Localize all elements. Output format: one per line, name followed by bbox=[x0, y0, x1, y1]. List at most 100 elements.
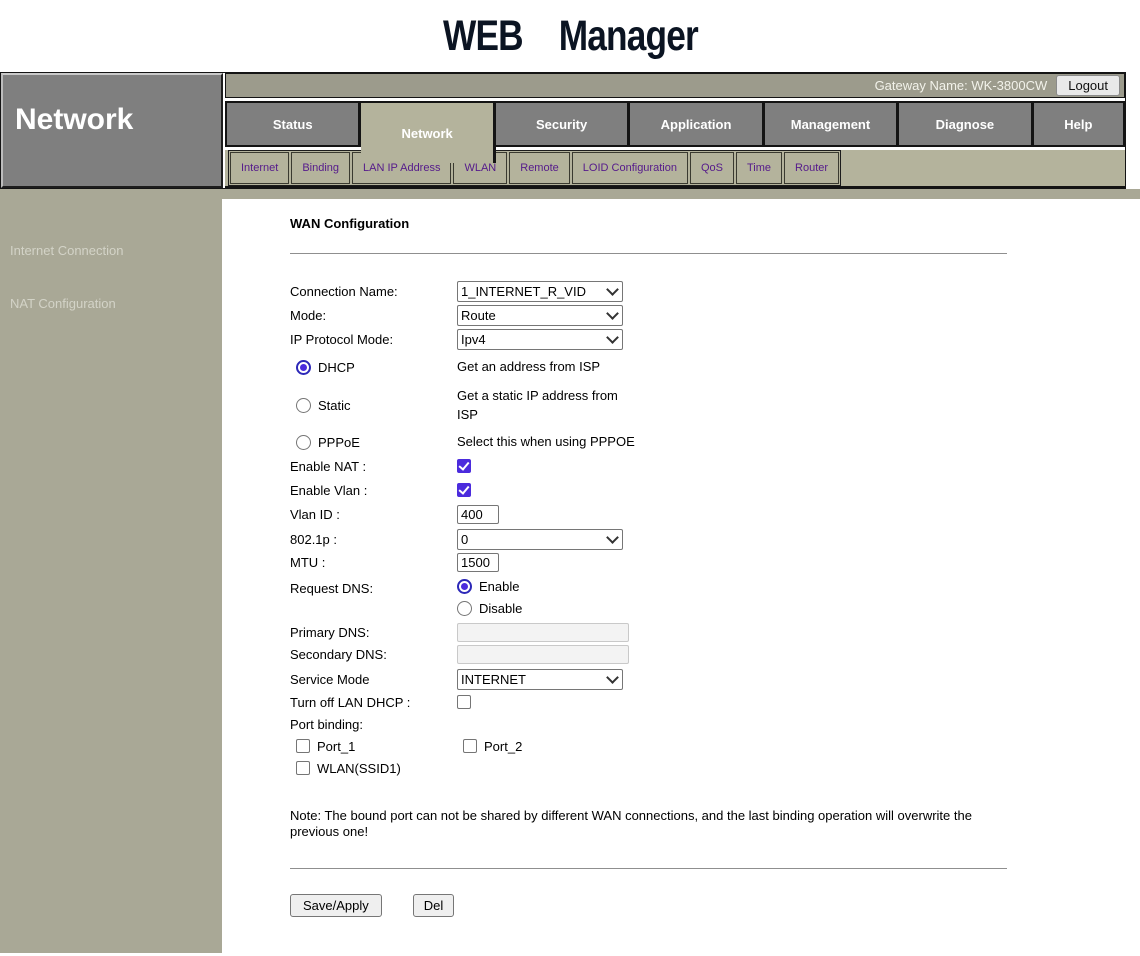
main-panel: WAN Configuration Connection Name: 1_INT… bbox=[222, 199, 1140, 953]
header-bottom-strip bbox=[0, 189, 1140, 199]
subnav-group: Internet Binding LAN IP Address WLAN Rem… bbox=[228, 150, 841, 186]
header-right: Gateway Name: WK-3800CW Logout Status Ne… bbox=[225, 73, 1125, 188]
sidebar-item-internet-connection[interactable]: Internet Connection bbox=[0, 243, 222, 258]
connection-name-select[interactable]: 1_INTERNET_R_VID bbox=[457, 281, 623, 302]
ip-protocol-mode-value: Ipv4 bbox=[461, 332, 486, 347]
request-dns-enable-option: Enable bbox=[457, 579, 522, 594]
static-radio-label: Static bbox=[318, 398, 351, 413]
connection-name-row: Connection Name: 1_INTERNET_R_VID bbox=[290, 281, 1140, 302]
mode-value: Route bbox=[461, 308, 496, 323]
static-row: Static Get a static IP address from ISP bbox=[290, 387, 1140, 425]
enable-nat-label: Enable NAT : bbox=[290, 459, 457, 474]
check-icon bbox=[458, 483, 469, 495]
tab-network[interactable]: Network bbox=[361, 103, 495, 163]
title-bar: WEB Manager bbox=[0, 0, 1140, 72]
vlan-id-row: Vlan ID : bbox=[290, 505, 1140, 524]
primary-dns-row: Primary DNS: bbox=[290, 623, 1140, 642]
mode-row: Mode: Route bbox=[290, 305, 1140, 326]
tab-diagnose[interactable]: Diagnose bbox=[899, 103, 1033, 147]
mode-select[interactable]: Route bbox=[457, 305, 623, 326]
subtab-remote[interactable]: Remote bbox=[509, 152, 570, 184]
section-title: Network bbox=[1, 73, 223, 188]
wan-form: Connection Name: 1_INTERNET_R_VID Mode: … bbox=[290, 281, 1140, 917]
turn-off-lan-dhcp-label: Turn off LAN DHCP : bbox=[290, 695, 457, 710]
request-dns-options: Enable Disable bbox=[457, 579, 522, 623]
del-button[interactable]: Del bbox=[413, 894, 455, 917]
gateway-name-label: Gateway Name: WK-3800CW bbox=[875, 78, 1048, 93]
note-text: Note: The bound port can not be shared b… bbox=[290, 808, 996, 841]
buttons-row: Save/Apply Del bbox=[290, 894, 1140, 917]
port-2-label: Port_2 bbox=[484, 739, 522, 754]
request-dns-disable-radio[interactable] bbox=[457, 601, 472, 616]
enable-nat-checkbox[interactable] bbox=[457, 459, 471, 473]
port-1-checkbox[interactable] bbox=[296, 739, 310, 753]
8021p-select[interactable]: 0 bbox=[457, 529, 623, 550]
turn-off-lan-dhcp-row: Turn off LAN DHCP : bbox=[290, 693, 1140, 712]
tab-application[interactable]: Application bbox=[630, 103, 764, 147]
request-dns-label: Request DNS: bbox=[290, 579, 457, 596]
divider-top bbox=[290, 253, 1007, 254]
wlan-ssid1-row: WLAN(SSID1) bbox=[290, 759, 1140, 778]
subtab-router[interactable]: Router bbox=[784, 152, 839, 184]
turn-off-lan-dhcp-checkbox[interactable] bbox=[457, 695, 471, 709]
page-title: WEB Manager bbox=[443, 12, 698, 61]
save-apply-button[interactable]: Save/Apply bbox=[290, 894, 382, 917]
sidebar: Internet Connection NAT Configuration bbox=[0, 199, 222, 953]
static-radio[interactable] bbox=[296, 398, 311, 413]
sidebar-item-nat-configuration[interactable]: NAT Configuration bbox=[0, 296, 222, 311]
tab-help[interactable]: Help bbox=[1034, 103, 1123, 147]
main-tabs: Status Network Security Application Mana… bbox=[225, 101, 1125, 147]
subtab-loid-configuration[interactable]: LOID Configuration bbox=[572, 152, 688, 184]
service-mode-label: Service Mode bbox=[290, 672, 457, 687]
chevron-down-icon bbox=[606, 671, 619, 684]
chevron-down-icon bbox=[606, 283, 619, 296]
logout-button[interactable]: Logout bbox=[1056, 75, 1120, 96]
vlan-id-input[interactable] bbox=[457, 505, 499, 524]
chevron-down-icon bbox=[606, 531, 619, 544]
port-2-checkbox[interactable] bbox=[463, 739, 477, 753]
subtab-binding[interactable]: Binding bbox=[291, 152, 350, 184]
subnav-row: Internet Binding LAN IP Address WLAN Rem… bbox=[225, 150, 1125, 188]
primary-dns-label: Primary DNS: bbox=[290, 625, 457, 640]
request-dns-enable-label: Enable bbox=[479, 579, 519, 594]
tab-security[interactable]: Security bbox=[496, 103, 630, 147]
service-mode-select[interactable]: INTERNET bbox=[457, 669, 623, 690]
enable-vlan-label: Enable Vlan : bbox=[290, 483, 457, 498]
subtab-time[interactable]: Time bbox=[736, 152, 782, 184]
subtab-internet[interactable]: Internet bbox=[230, 152, 289, 184]
8021p-row: 802.1p : 0 bbox=[290, 529, 1140, 550]
pppoe-radio[interactable] bbox=[296, 435, 311, 450]
dhcp-radio[interactable] bbox=[296, 360, 311, 375]
port-binding-row: Port binding: bbox=[290, 715, 1140, 734]
service-mode-row: Service Mode INTERNET bbox=[290, 669, 1140, 690]
subtab-qos[interactable]: QoS bbox=[690, 152, 734, 184]
content: Internet Connection NAT Configuration WA… bbox=[0, 199, 1140, 953]
mtu-row: MTU : bbox=[290, 553, 1140, 572]
secondary-dns-row: Secondary DNS: bbox=[290, 645, 1140, 664]
ip-protocol-mode-select[interactable]: Ipv4 bbox=[457, 329, 623, 350]
vlan-id-label: Vlan ID : bbox=[290, 507, 457, 522]
port-1-2-row: Port_1 Port_2 bbox=[290, 737, 1140, 756]
pppoe-description: Select this when using PPPOE bbox=[457, 433, 635, 452]
static-description: Get a static IP address from ISP bbox=[457, 387, 635, 425]
check-icon bbox=[458, 459, 469, 471]
request-dns-enable-radio[interactable] bbox=[457, 579, 472, 594]
dhcp-description: Get an address from ISP bbox=[457, 358, 600, 377]
tab-status[interactable]: Status bbox=[227, 103, 361, 147]
ip-protocol-mode-row: IP Protocol Mode: Ipv4 bbox=[290, 329, 1140, 350]
pppoe-radio-label: PPPoE bbox=[318, 435, 360, 450]
chevron-down-icon bbox=[606, 307, 619, 320]
wlan-ssid1-label: WLAN(SSID1) bbox=[317, 761, 401, 776]
enable-vlan-checkbox[interactable] bbox=[457, 483, 471, 497]
mtu-input[interactable] bbox=[457, 553, 499, 572]
wlan-ssid1-checkbox[interactable] bbox=[296, 761, 310, 775]
port-binding-label: Port binding: bbox=[290, 717, 457, 732]
gateway-bar: Gateway Name: WK-3800CW Logout bbox=[225, 73, 1125, 98]
mode-label: Mode: bbox=[290, 308, 457, 323]
8021p-label: 802.1p : bbox=[290, 532, 457, 547]
pppoe-row: PPPoE Select this when using PPPOE bbox=[290, 433, 1140, 452]
primary-dns-input[interactable] bbox=[457, 623, 629, 642]
tab-management[interactable]: Management bbox=[765, 103, 899, 147]
enable-vlan-row: Enable Vlan : bbox=[290, 481, 1140, 500]
secondary-dns-input[interactable] bbox=[457, 645, 629, 664]
